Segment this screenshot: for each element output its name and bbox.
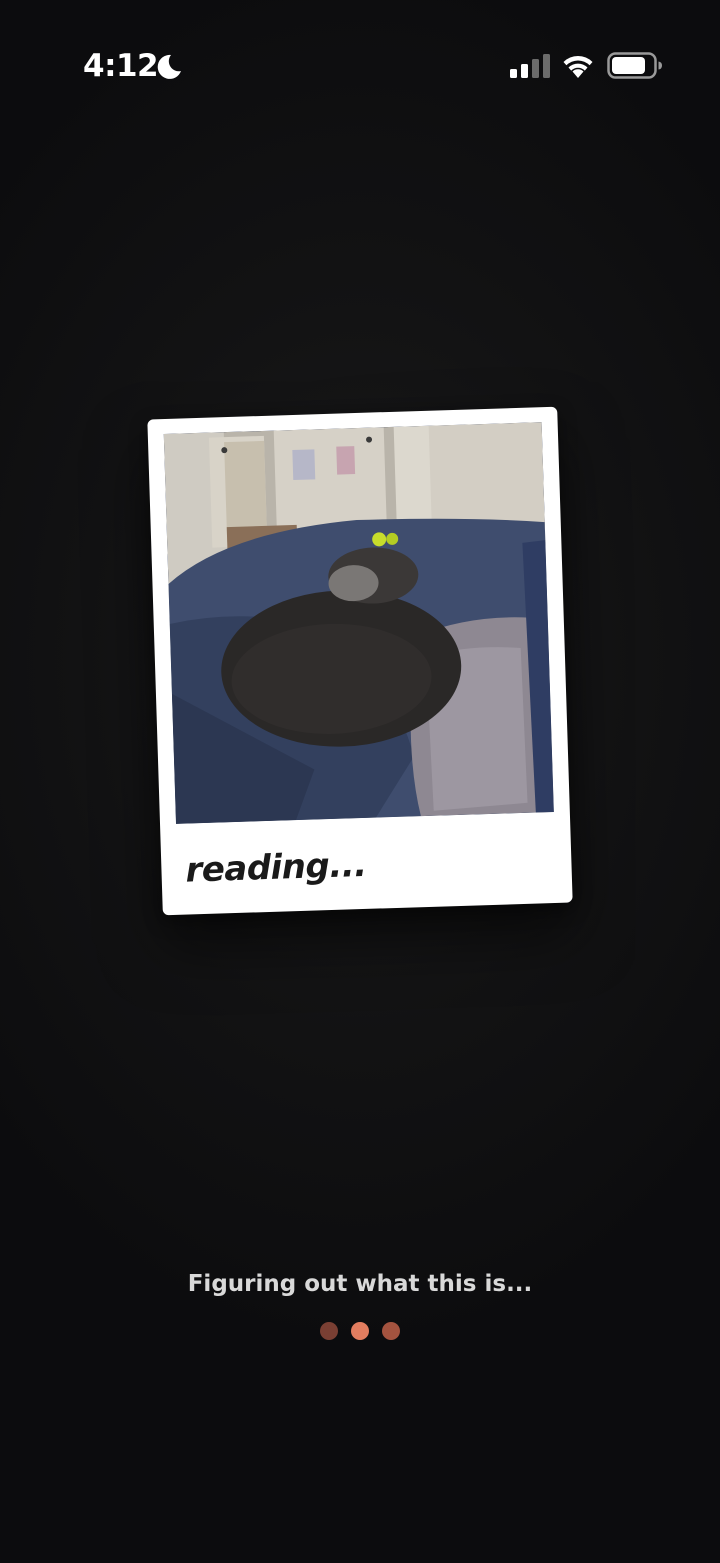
loading-indicator [0,1322,720,1342]
loading-dot-1 [320,1322,338,1340]
status-message: Figuring out what this is... [187,1271,533,1297]
loading-dot-3 [382,1322,400,1340]
polaroid-card: reading... [147,406,573,916]
battery-icon [607,52,662,79]
wifi-icon [563,55,593,78]
loading-dot-2 [351,1322,369,1340]
photo-thumbnail [163,422,554,824]
status-bar: 4:12 [0,0,720,130]
status-time: 4:12 [83,48,159,84]
photo-caption: reading... [184,844,368,891]
moon-icon [157,54,181,79]
signal-icon [510,54,550,78]
